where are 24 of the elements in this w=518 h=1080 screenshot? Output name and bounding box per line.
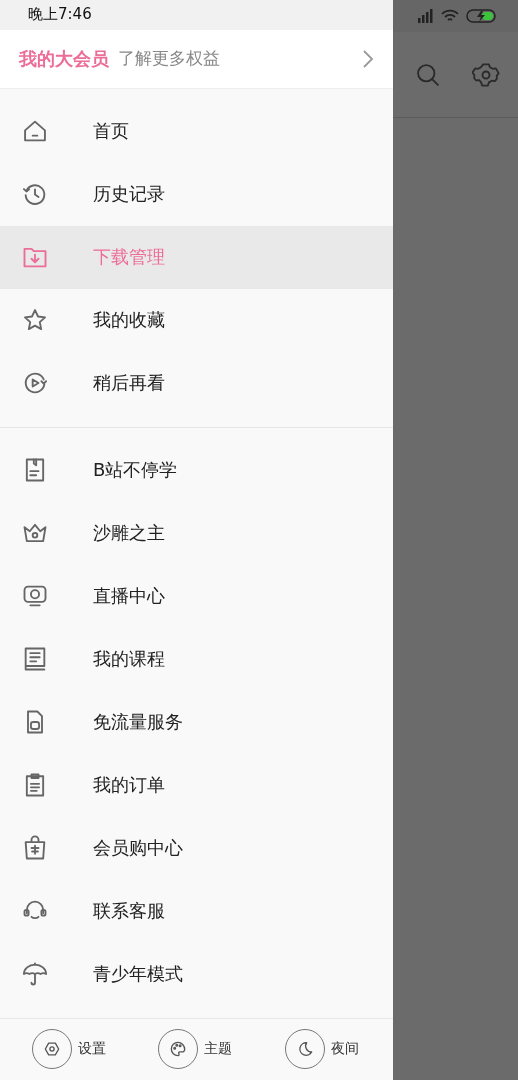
menu-item[interactable]: 稍后再看 — [0, 351, 393, 415]
footer-button[interactable]: 夜间 — [284, 1029, 359, 1070]
menu-item[interactable]: 沙雕之主 — [0, 501, 393, 565]
menu-item[interactable]: 免流量服务 — [0, 690, 393, 754]
menu-item[interactable]: 历史记录 — [0, 162, 393, 226]
menu-item[interactable]: 我的课程 — [0, 627, 393, 691]
wifi-icon — [440, 8, 460, 24]
menu-item[interactable]: 首页 — [0, 99, 393, 163]
footer-button[interactable]: 主题 — [158, 1029, 233, 1070]
vip-banner[interactable]: 我的大会员 了解更多权益 — [0, 29, 393, 89]
vip-subtitle: 了解更多权益 — [118, 47, 220, 71]
chevron-right-icon — [361, 48, 375, 69]
settings-icon[interactable] — [472, 60, 500, 89]
footer-button[interactable]: 设置 — [32, 1029, 107, 1070]
menu-item[interactable]: 我的收藏 — [0, 288, 393, 352]
menu-item[interactable]: 我的订单 — [0, 753, 393, 817]
vip-title: 我的大会员 — [19, 46, 109, 71]
menu-item[interactable]: 会员购中心 — [0, 816, 393, 880]
menu-item[interactable]: 直播中心 — [0, 564, 393, 628]
menu-item[interactable]: B站不停学 — [0, 438, 393, 502]
menu-item[interactable]: 联系客服 — [0, 879, 393, 943]
status-time: 晚上7:46 — [28, 5, 92, 25]
umbrella-icon — [21, 960, 49, 988]
menu-item[interactable]: 青少年模式 — [0, 942, 393, 1006]
